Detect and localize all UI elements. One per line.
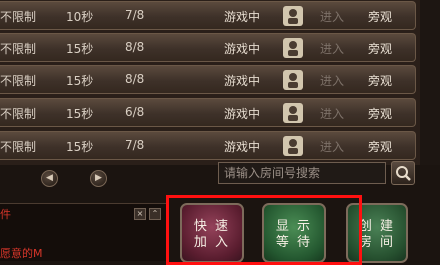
time-text: 10秒 xyxy=(66,10,94,24)
watch-button[interactable]: 旁观 xyxy=(368,40,392,57)
status-text: 游戏中 xyxy=(224,74,261,88)
room-row[interactable]: 不限制 10秒 7/8 游戏中 进入 旁观 xyxy=(0,1,416,30)
chat-message: 愿意的M xyxy=(0,247,43,260)
player-avatar-icon xyxy=(283,38,303,58)
enter-button[interactable]: 进入 xyxy=(320,105,344,122)
right-edge xyxy=(420,0,440,165)
status-text: 游戏中 xyxy=(224,140,261,154)
chat-tab-label: 件 xyxy=(0,208,11,221)
limit-text: 不限制 xyxy=(0,10,37,24)
watch-button[interactable]: 旁观 xyxy=(368,105,392,122)
prev-page-button[interactable]: ◀ xyxy=(41,170,58,187)
watch-button[interactable]: 旁观 xyxy=(368,138,392,155)
limit-text: 不限制 xyxy=(0,107,37,121)
room-row[interactable]: 不限制 15秒 8/8 游戏中 进入 旁观 xyxy=(0,65,416,94)
status-text: 游戏中 xyxy=(224,42,261,56)
enter-button[interactable]: 进入 xyxy=(320,40,344,57)
time-text: 15秒 xyxy=(66,107,94,121)
time-text: 15秒 xyxy=(66,74,94,88)
players-text: 8/8 xyxy=(125,72,145,86)
player-avatar-icon xyxy=(283,103,303,123)
room-search-input[interactable]: 请输入房间号搜索 xyxy=(218,162,386,184)
time-text: 15秒 xyxy=(66,140,94,154)
room-row[interactable]: 不限制 15秒 8/8 游戏中 进入 旁观 xyxy=(0,33,416,62)
status-text: 游戏中 xyxy=(224,107,261,121)
enter-button[interactable]: 进入 xyxy=(320,8,344,25)
limit-text: 不限制 xyxy=(0,140,37,154)
enter-button[interactable]: 进入 xyxy=(320,72,344,89)
arrow-right-icon: ▶ xyxy=(95,173,102,183)
players-text: 6/8 xyxy=(125,105,145,119)
highlight-box xyxy=(166,195,362,265)
players-text: 7/8 xyxy=(125,8,145,22)
next-page-button[interactable]: ▶ xyxy=(90,170,107,187)
arrow-left-icon: ◀ xyxy=(46,173,53,183)
players-text: 7/8 xyxy=(125,138,145,152)
watch-button[interactable]: 旁观 xyxy=(368,72,392,89)
enter-button[interactable]: 进入 xyxy=(320,138,344,155)
chat-close-icon[interactable]: × xyxy=(134,208,146,220)
watch-button[interactable]: 旁观 xyxy=(368,8,392,25)
player-avatar-icon xyxy=(283,136,303,156)
room-row[interactable]: 不限制 15秒 7/8 游戏中 进入 旁观 xyxy=(0,131,416,160)
room-list: 不限制 10秒 7/8 游戏中 进入 旁观 不限制 15秒 8/8 游戏中 进入… xyxy=(0,0,420,165)
players-text: 8/8 xyxy=(125,40,145,54)
limit-text: 不限制 xyxy=(0,42,37,56)
search-icon xyxy=(396,166,411,181)
player-avatar-icon xyxy=(283,70,303,90)
player-avatar-icon xyxy=(283,6,303,26)
limit-text: 不限制 xyxy=(0,74,37,88)
status-text: 游戏中 xyxy=(224,10,261,24)
search-button[interactable] xyxy=(391,161,415,185)
time-text: 15秒 xyxy=(66,42,94,56)
room-row[interactable]: 不限制 15秒 6/8 游戏中 进入 旁观 xyxy=(0,98,416,127)
chat-expand-icon[interactable]: ⌃ xyxy=(149,208,161,220)
